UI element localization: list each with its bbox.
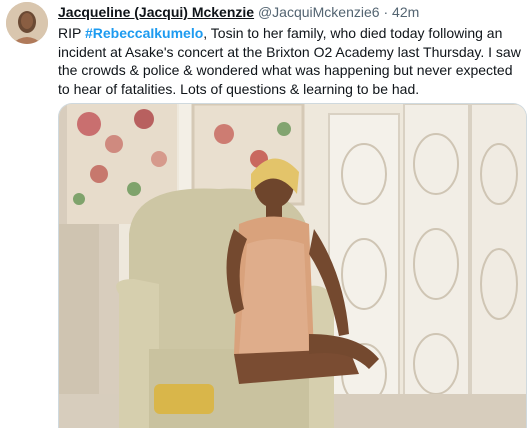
tweet-photo[interactable] bbox=[58, 103, 527, 428]
tweet-text: RIP #RebeccaIkumelo, Tosin to her family… bbox=[58, 24, 524, 98]
avatar[interactable] bbox=[6, 2, 48, 44]
hashtag-link[interactable]: #RebeccaIkumelo bbox=[85, 25, 203, 41]
tweet[interactable]: Jacqueline (Jacqui) Mckenzie @JacquiMcke… bbox=[0, 0, 527, 428]
tweet-header: Jacqueline (Jacqui) Mckenzie @JacquiMcke… bbox=[58, 3, 523, 21]
user-handle[interactable]: @JacquiMckenzie6 bbox=[258, 4, 380, 20]
avatar-image bbox=[6, 2, 48, 44]
timestamp[interactable]: 42m bbox=[392, 4, 419, 20]
photo-illustration bbox=[59, 104, 526, 428]
separator-dot: · bbox=[383, 4, 389, 20]
display-name[interactable]: Jacqueline (Jacqui) Mckenzie bbox=[58, 4, 254, 20]
tweet-text-prefix: RIP bbox=[58, 25, 85, 41]
